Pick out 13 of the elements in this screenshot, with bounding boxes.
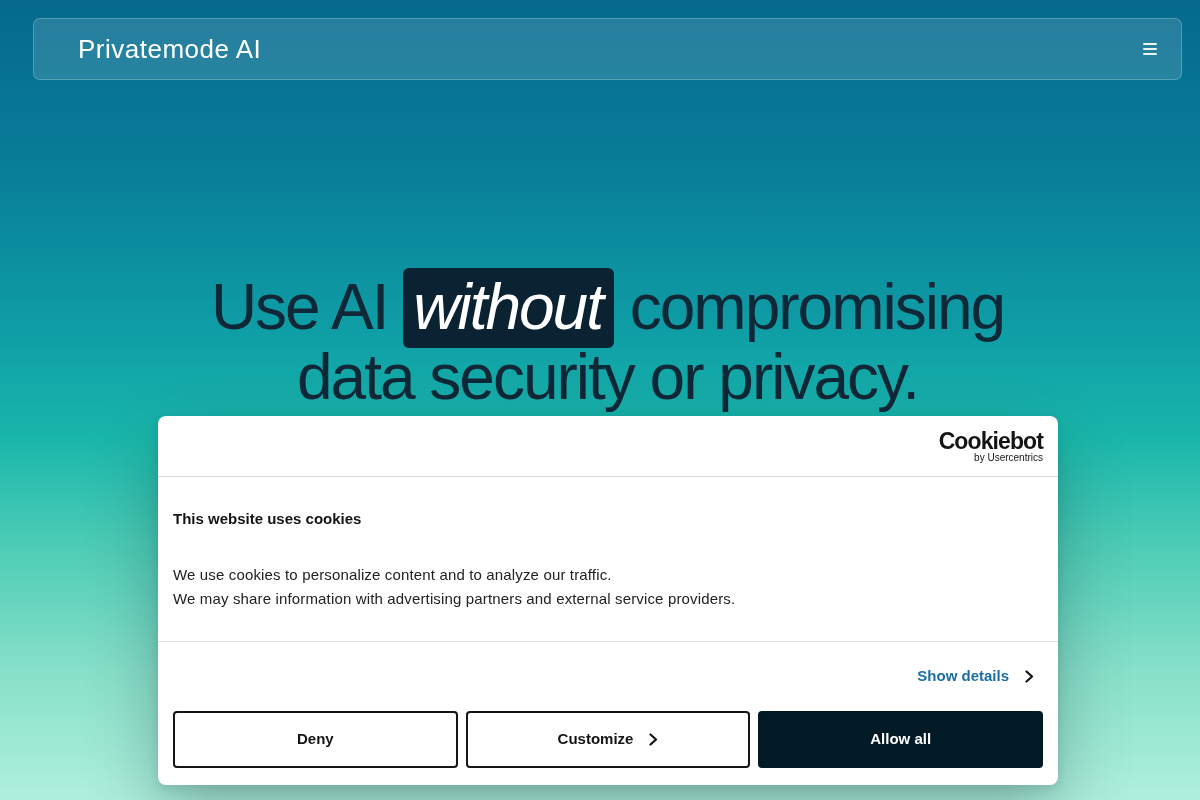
menu-icon[interactable] (1143, 43, 1157, 55)
customize-button[interactable]: Customize (465, 711, 751, 768)
allow-all-button[interactable]: Allow all (758, 711, 1043, 768)
chevron-right-icon (649, 733, 659, 746)
dialog-title: This website uses cookies (173, 509, 363, 529)
brand-wordmark: Cookiebot (938, 429, 1043, 452)
brand-tagline: by Usercentrics (974, 451, 1043, 463)
dialog-body-text: We may share information with advertising partners and external service providers. (173, 589, 737, 609)
deny-button[interactable]: Deny (173, 711, 458, 768)
chevron-right-icon (1025, 669, 1034, 683)
dialog-body-text: We use cookies to personalize content and to analyze our traffic. (173, 565, 613, 585)
site-logo[interactable]: Privatemode AI (78, 29, 262, 69)
show-details-link[interactable]: Show details (917, 664, 1034, 688)
